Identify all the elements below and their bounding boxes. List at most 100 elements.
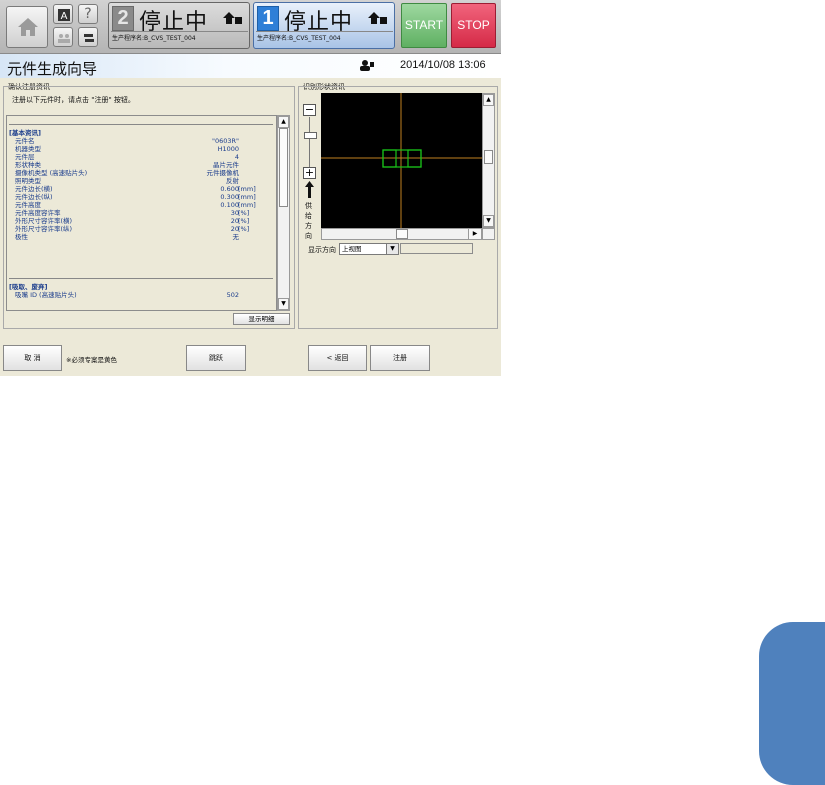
arrow-up-icon <box>305 181 314 198</box>
orientation-label: 显示方向 <box>308 246 336 254</box>
back-button[interactable]: < 返回 <box>308 345 367 371</box>
svg-text:A: A <box>61 11 68 22</box>
page-title: 元件生成向导 <box>7 60 98 78</box>
skip-button[interactable]: 跳跃 <box>186 345 246 371</box>
scroll-up-arrow[interactable]: ▲ <box>278 116 289 128</box>
head-machine-icon <box>368 12 387 24</box>
item-value: 无 <box>232 233 240 241</box>
item-value: 502 <box>226 291 239 299</box>
chevron-down-icon[interactable]: ▼ <box>386 244 398 254</box>
list-item: 形状种类 晶片元件 <box>7 161 276 169</box>
item-label: 机器类型 <box>15 145 41 153</box>
station-number: 2 <box>112 6 134 31</box>
item-unit: [mm] <box>238 185 256 193</box>
supply-direction-label: 供给方向 <box>305 202 312 240</box>
item-unit: [%] <box>238 225 250 233</box>
user-icon <box>360 60 374 71</box>
list-item: 元件高度 0.100 [mm] <box>7 201 276 209</box>
scroll-corner <box>482 228 495 240</box>
scroll-down-arrow[interactable]: ▼ <box>483 215 494 227</box>
list-item: 元件层 4 <box>7 153 276 161</box>
item-value: 0.300 <box>220 193 239 201</box>
item-label: 元件名 <box>15 137 35 145</box>
scroll-thumb[interactable] <box>396 229 408 239</box>
scroll-right-arrow[interactable]: ▶ <box>468 229 481 239</box>
shape-preview-canvas <box>321 93 482 228</box>
section-heading: [基本资讯] <box>9 129 41 137</box>
zoom-slider-track[interactable] <box>309 117 310 167</box>
item-value: 反射 <box>226 177 239 185</box>
scroll-up-arrow[interactable]: ▲ <box>483 94 494 106</box>
item-value: "0603R" <box>211 137 239 145</box>
home-icon <box>18 18 38 36</box>
item-value: 0.600 <box>220 185 239 193</box>
orientation-value: 上视图 <box>342 245 362 253</box>
stop-button[interactable]: STOP <box>451 3 496 48</box>
status-field <box>400 243 473 254</box>
app-window: A ? 2 停止中 生产程序名:B_CVS_TEST_004 1 停止中 生产程… <box>0 0 501 376</box>
station-program-name: 生产程序名:B_CVS_TEST_004 <box>256 31 393 45</box>
register-button[interactable]: 注册 <box>370 345 430 371</box>
shape-preview <box>321 93 482 228</box>
head-machine-icon <box>223 12 242 24</box>
home-button[interactable] <box>6 6 48 48</box>
item-label: 元件层 <box>15 153 35 161</box>
item-label: 吸嘴 ID (高速贴片头) <box>15 291 77 299</box>
list-scrollbar[interactable]: ▲ ▼ <box>277 115 290 311</box>
orientation-select[interactable]: 上视图 ▼ <box>339 243 399 255</box>
item-label: 元件高度容许率 <box>15 209 61 217</box>
item-label: 外形尺寸容许率(横) <box>15 217 73 225</box>
preview-vscrollbar[interactable]: ▲ ▼ <box>482 93 495 228</box>
people-button[interactable] <box>53 27 73 47</box>
item-value: 4 <box>234 153 239 161</box>
a-button[interactable]: A <box>53 4 73 24</box>
datetime-display: 2014/10/08 13:06 <box>400 59 486 71</box>
list-item: 外形尺寸容许率(纵) 20 [%] <box>7 225 276 233</box>
scroll-thumb[interactable] <box>484 150 493 164</box>
item-label: 元件边长(横) <box>15 185 53 193</box>
zoom-in-button[interactable]: + <box>303 167 316 179</box>
item-unit: [%] <box>238 209 250 217</box>
switch-button[interactable] <box>78 27 98 47</box>
item-value: 元件摄像机 <box>206 169 240 177</box>
station-1-panel[interactable]: 1 停止中 生产程序名:B_CVS_TEST_004 <box>253 2 395 49</box>
section-heading: [吸取、废弃] <box>9 283 48 291</box>
cancel-button[interactable]: 取 消 <box>3 345 62 371</box>
register-info-list[interactable]: [基本资讯] 元件名 "0603R" 机器类型 H1000 元件层 4 形状种类 晶片元… <box>6 115 277 311</box>
list-item: 吸嘴 ID (高速贴片头) 502 <box>7 291 276 299</box>
people-icon <box>58 34 70 43</box>
switch-icon <box>84 34 94 42</box>
item-label: 元件高度 <box>15 201 41 209</box>
list-item: 摄像机类型 (高速贴片头) 元件摄像机 <box>7 169 276 177</box>
instruction-text: 注册以下元件时，请点击 "注册" 按钮。 <box>12 96 135 104</box>
item-unit: [%] <box>238 217 250 225</box>
item-label: 照明类型 <box>15 177 41 185</box>
top-toolbar: A ? 2 停止中 生产程序名:B_CVS_TEST_004 1 停止中 生产程… <box>0 0 501 54</box>
divider <box>9 278 273 279</box>
list-item: 元件名 "0603R" <box>7 137 276 145</box>
item-unit: [mm] <box>238 193 256 201</box>
scroll-thumb[interactable] <box>279 128 288 207</box>
show-detail-button[interactable]: 显示明细 <box>233 313 290 325</box>
scroll-down-arrow[interactable]: ▼ <box>278 298 289 310</box>
list-item: 照明类型 反射 <box>7 177 276 185</box>
item-value: 晶片元件 <box>213 161 239 169</box>
list-item: 元件边长(横) 0.600 [mm] <box>7 185 276 193</box>
station-number: 1 <box>257 6 279 31</box>
title-bar: 元件生成向导 2014/10/08 13:06 <box>0 54 501 78</box>
zoom-out-button[interactable]: − <box>303 104 316 116</box>
list-item: 元件高度容许率 30 [%] <box>7 209 276 217</box>
list-item: 外形尺寸容许率(横) 20 [%] <box>7 217 276 225</box>
item-value: 0.100 <box>220 201 239 209</box>
item-label: 形状种类 <box>15 161 41 169</box>
zoom-slider-thumb[interactable] <box>304 132 317 139</box>
list-item: 机器类型 H1000 <box>7 145 276 153</box>
side-tab <box>759 622 825 785</box>
help-button[interactable]: ? <box>78 4 98 24</box>
start-button[interactable]: START <box>401 3 447 48</box>
item-label: 元件边长(纵) <box>15 193 53 201</box>
divider <box>9 124 273 125</box>
item-label: 极性 <box>15 233 28 241</box>
station-2-panel[interactable]: 2 停止中 生产程序名:B_CVS_TEST_004 <box>108 2 250 49</box>
preview-hscrollbar[interactable]: ▶ <box>321 228 482 240</box>
